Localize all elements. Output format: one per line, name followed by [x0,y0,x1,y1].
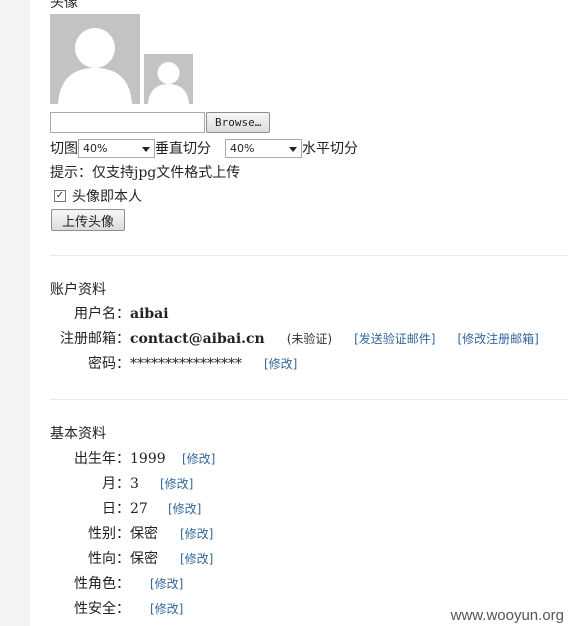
gender-value: 保密 [130,526,158,542]
upload-tip: 提示：仅支持jpg文件格式上传 [50,165,241,181]
orientation-label: 性向： [88,551,130,567]
avatar-section-title: 头像 [50,0,78,11]
edit-birth-day-link[interactable]: [修改] [168,500,201,517]
avatar-preview-large [50,14,140,104]
avatar-preview-small [144,54,193,104]
email-row: 注册邮箱： contact@aibai.cn (未验证) [发送验证邮件] [修… [50,328,539,348]
edit-sex-role-link[interactable]: [修改] [150,575,183,592]
email-label: 注册邮箱： [60,331,130,347]
upload-avatar-button[interactable]: 上传头像 [51,209,125,231]
crop-label: 切图 [50,141,78,157]
email-value: contact@aibai.cn [130,331,265,347]
default-user-icon [148,62,189,104]
section-divider [50,399,568,400]
chevron-down-icon [142,146,150,152]
browse-button[interactable]: Browse… [206,112,271,133]
avatar-is-me-label: 头像即本人 [72,189,142,205]
edit-orientation-link[interactable]: [修改] [180,550,213,567]
edit-email-link[interactable]: [修改注册邮箱] [457,330,538,347]
crop-options-row: 切图 40% 垂直切分 40% 水平切分 [50,138,358,158]
sex-safety-row: 性安全： [修改] [50,598,183,618]
sex-role-label: 性角色： [74,576,130,592]
email-status: (未验证) [286,332,333,346]
birth-month-value: 3 [130,476,139,492]
password-row: 密码： **************** [修改] [50,353,297,373]
default-user-icon [58,28,132,104]
birth-year-row: 出生年： 1999 [修改] [50,448,215,468]
birth-day-value: 27 [130,501,148,517]
username-value: aibai [130,306,169,322]
chevron-down-icon [289,146,297,152]
section-divider [50,255,568,256]
gender-row: 性别： 保密 [修改] [50,523,213,543]
edit-birth-year-link[interactable]: [修改] [182,450,215,467]
birth-day-row: 日： 27 [修改] [50,498,201,518]
sex-safety-label: 性安全： [74,601,130,617]
birth-month-label: 月： [102,476,130,492]
avatar-is-me-row: ✓ 头像即本人 [54,186,142,206]
username-row: 用户名： aibai [50,303,169,323]
birth-year-value: 1999 [130,451,166,467]
birth-year-label: 出生年： [74,451,130,467]
orientation-value: 保密 [130,551,158,567]
vertical-split-value: 40% [83,141,108,155]
file-upload-row: Browse… [50,112,271,133]
birth-month-row: 月： 3 [修改] [50,473,193,493]
sex-role-row: 性角色： [修改] [50,573,183,593]
vertical-split-label: 垂直切分 [155,141,211,157]
edit-gender-link[interactable]: [修改] [180,525,213,542]
horizontal-split-select[interactable]: 40% [225,138,302,158]
horizontal-split-value: 40% [230,141,255,155]
birth-day-label: 日： [102,501,130,517]
username-label: 用户名： [74,306,130,322]
send-verify-email-link[interactable]: [发送验证邮件] [354,330,435,347]
edit-sex-safety-link[interactable]: [修改] [150,600,183,617]
orientation-row: 性向： 保密 [修改] [50,548,213,568]
vertical-split-select[interactable]: 40% [78,138,155,158]
edit-birth-month-link[interactable]: [修改] [160,475,193,492]
watermark: www.wooyun.org [448,607,566,624]
left-margin-strip [0,0,30,626]
avatar-is-me-checkbox[interactable]: ✓ [54,190,66,202]
edit-password-link[interactable]: [修改] [264,355,297,372]
file-path-input[interactable] [50,112,205,133]
gender-label: 性别： [88,526,130,542]
password-label: 密码： [88,356,130,372]
horizontal-split-label: 水平切分 [302,141,358,157]
basic-section-title: 基本资料 [50,426,106,442]
account-section-title: 账户资料 [50,282,106,298]
password-mask: **************** [130,356,242,372]
